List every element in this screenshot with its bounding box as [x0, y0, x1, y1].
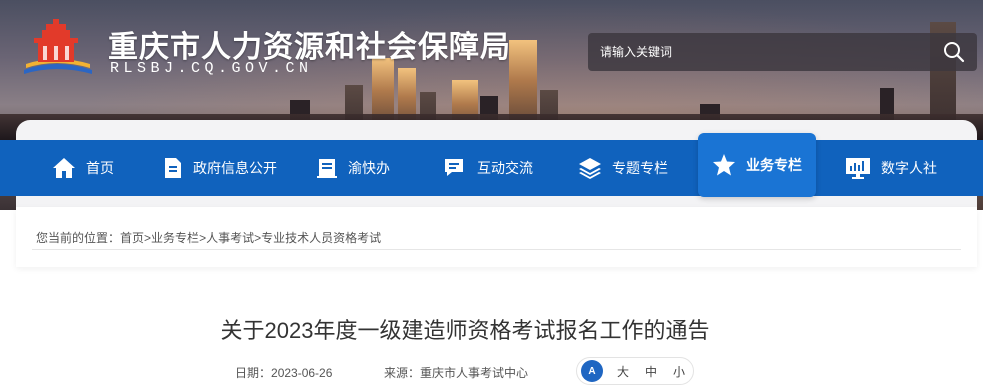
bureau-logo	[24, 19, 92, 74]
article-source: 来源：重庆市人事考试中心	[384, 364, 528, 381]
clipboard-icon	[317, 159, 337, 178]
date-value: 2023-06-26	[271, 366, 333, 380]
breadcrumb-divider	[32, 249, 961, 250]
layers-icon	[579, 158, 601, 179]
font-size-switcher: A 大 中 小	[576, 357, 694, 385]
breadcrumb-personnel-exam[interactable]: 人事考试	[206, 231, 254, 245]
date-label: 日期：	[235, 366, 272, 380]
nav-item-label: 政府信息公开	[193, 160, 277, 176]
nav-item-interaction[interactable]: 互动交流	[443, 140, 533, 196]
search-input[interactable]	[588, 33, 928, 71]
site-domain: RLSBJ.CQ.GOV.CN	[110, 60, 313, 77]
breadcrumb-professional-exam[interactable]: 专业技术人员资格考试	[261, 231, 381, 245]
font-size-large-button[interactable]: 大	[609, 363, 637, 380]
breadcrumb-panel: 您当前的位置：首页>业务专栏>人事考试>专业技术人员资格考试	[16, 207, 977, 267]
source-label: 来源：	[384, 366, 421, 380]
breadcrumb: 您当前的位置：首页>业务专栏>人事考试>专业技术人员资格考试	[36, 229, 381, 246]
home-icon	[53, 158, 75, 178]
breadcrumb-separator: >	[144, 231, 152, 245]
main-nav: 首页 政府信息公开 渝快办 互动交流 专题专栏 业务专栏 数字人社	[0, 133, 983, 197]
font-size-medium-button[interactable]: 中	[637, 363, 665, 380]
nav-item-gov-info[interactable]: 政府信息公开	[163, 140, 277, 196]
nav-item-business[interactable]: 业务专栏	[698, 133, 816, 197]
breadcrumb-prefix: 您当前的位置：	[36, 231, 121, 245]
nav-item-label: 互动交流	[477, 160, 533, 176]
font-size-icon: A	[581, 360, 603, 382]
article-date: 日期：2023-06-26	[235, 364, 332, 381]
source-value: 重庆市人事考试中心	[420, 366, 529, 380]
search-bar	[588, 33, 977, 71]
search-icon[interactable]	[943, 41, 965, 63]
article-title: 关于2023年度一级建造师资格考试报名工作的通告	[220, 318, 710, 343]
nav-item-yukuaiban[interactable]: 渝快办	[316, 140, 390, 196]
star-icon	[713, 154, 735, 176]
nav-item-label: 数字人社	[881, 160, 937, 176]
nav-item-special-topics[interactable]: 专题专栏	[578, 140, 668, 196]
chat-icon	[445, 159, 463, 176]
nav-item-digital-hr[interactable]: 数字人社	[845, 140, 937, 196]
nav-item-home[interactable]: 首页	[52, 140, 114, 196]
font-size-small-button[interactable]: 小	[665, 363, 693, 380]
nav-item-label: 渝快办	[348, 160, 390, 176]
nav-item-label: 首页	[86, 160, 114, 176]
monitor-icon	[846, 158, 870, 179]
nav-item-label: 业务专栏	[746, 157, 802, 173]
nav-item-label: 专题专栏	[612, 160, 668, 176]
breadcrumb-business[interactable]: 业务专栏	[151, 231, 199, 245]
document-icon	[165, 158, 181, 178]
breadcrumb-home[interactable]: 首页	[120, 231, 144, 245]
